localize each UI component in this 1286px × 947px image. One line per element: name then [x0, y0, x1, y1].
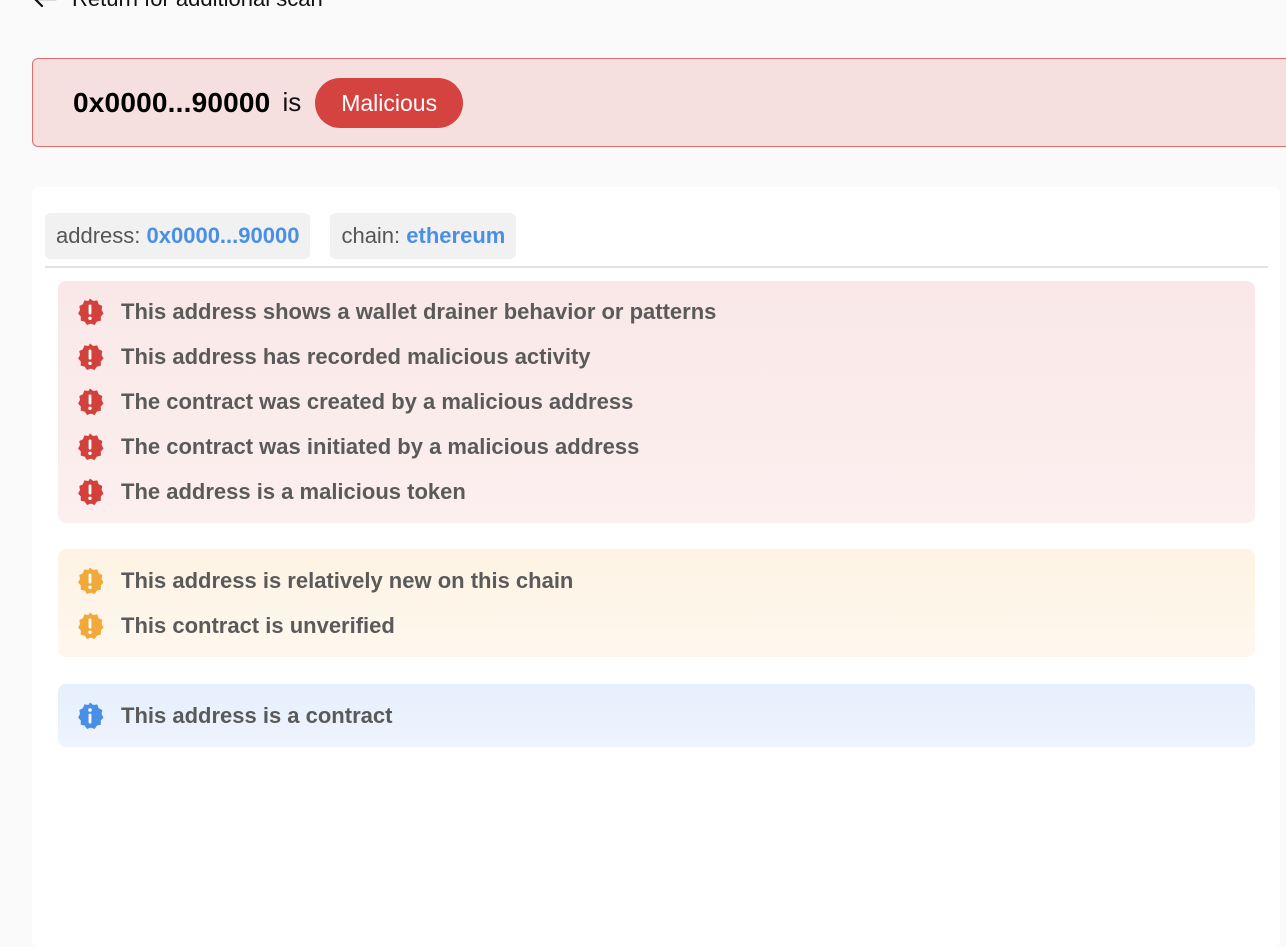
- list-item: This address shows a wallet drainer beha…: [75, 297, 716, 327]
- list-item: This address is a contract: [75, 701, 392, 731]
- detail-chips: address: 0x0000...90000 chain: ethereum: [45, 213, 517, 259]
- list-item: This address has recorded malicious acti…: [75, 342, 591, 372]
- list-item: This contract is unverified: [75, 611, 395, 641]
- chain-chip: chain: ethereum: [330, 213, 517, 259]
- danger-alert-icon: [75, 387, 105, 417]
- arrow-left-icon: [34, 0, 57, 8]
- return-link-label: Return for additional scan: [72, 0, 323, 12]
- address-chip-value[interactable]: 0x0000...90000: [147, 223, 300, 248]
- info-findings: This address is a contract: [58, 684, 1255, 747]
- verdict-is-label: is: [282, 87, 302, 117]
- list-item: This address is relatively new on this c…: [75, 566, 573, 596]
- warning-alert-icon: [75, 566, 105, 596]
- verdict-address: 0x0000...90000: [73, 86, 271, 118]
- list-item: The contract was initiated by a maliciou…: [75, 432, 639, 462]
- details-panel: address: 0x0000...90000 chain: ethereum …: [32, 187, 1280, 947]
- chain-chip-key: chain:: [341, 223, 401, 248]
- return-link[interactable]: Return for additional scan: [32, 0, 323, 12]
- warning-findings: This address is relatively new on this c…: [58, 549, 1255, 657]
- info-icon: [75, 701, 105, 731]
- danger-alert-icon: [75, 477, 105, 507]
- divider: [45, 266, 1268, 268]
- verdict-banner: 0x0000...90000 is Malicious: [32, 58, 1286, 147]
- list-item: The contract was created by a malicious …: [75, 387, 633, 417]
- status-badge: Malicious: [315, 77, 464, 128]
- danger-findings: This address shows a wallet drainer beha…: [58, 281, 1255, 523]
- warning-alert-icon: [75, 611, 105, 641]
- danger-alert-icon: [75, 432, 105, 462]
- chain-chip-value[interactable]: ethereum: [406, 223, 505, 248]
- list-item: The address is a malicious token: [75, 477, 466, 507]
- address-chip: address: 0x0000...90000: [45, 213, 311, 259]
- danger-alert-icon: [75, 297, 105, 327]
- danger-alert-icon: [75, 342, 105, 372]
- address-chip-key: address:: [56, 223, 141, 248]
